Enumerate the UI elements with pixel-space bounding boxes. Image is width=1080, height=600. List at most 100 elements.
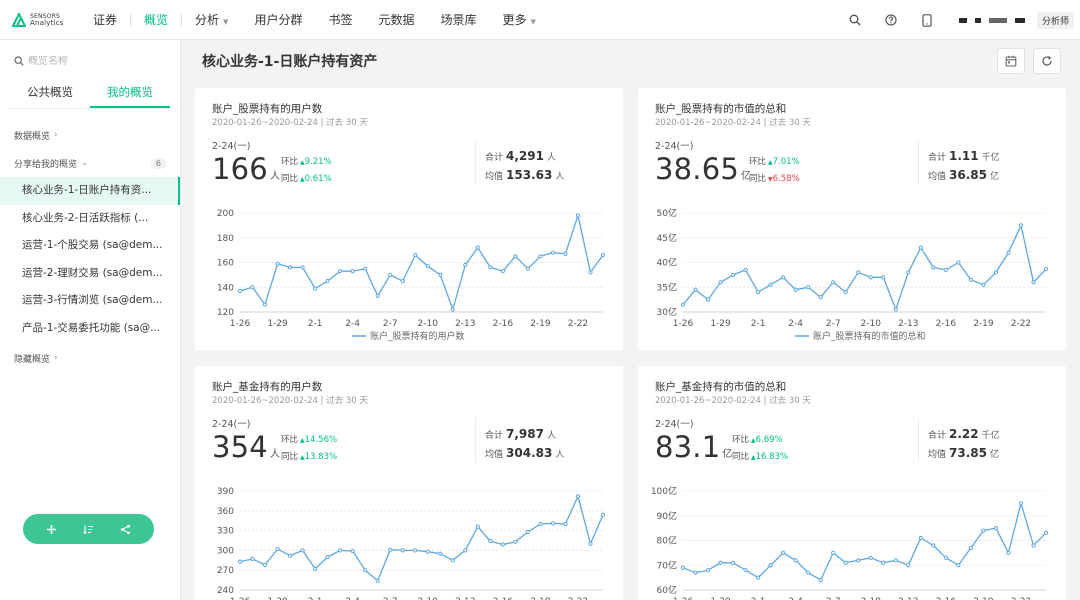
refresh-icon — [1042, 55, 1052, 66]
data-point — [730, 560, 736, 565]
data-point — [313, 286, 318, 291]
data-point — [743, 267, 748, 273]
data-point — [488, 539, 493, 544]
nav-item-1[interactable]: 概览 — [131, 0, 181, 40]
data-point — [793, 558, 798, 563]
data-point — [793, 287, 798, 292]
sidebar-item-overview-4[interactable]: 运营-2-理财交易 (sa@dem... — [0, 260, 180, 288]
y-tick-label: 160 — [217, 259, 234, 269]
sort-overview-button[interactable] — [78, 518, 100, 540]
redacted-mark — [974, 17, 981, 23]
data-point — [1031, 543, 1036, 548]
data-point — [600, 512, 606, 517]
overview-search-input[interactable] — [28, 55, 158, 67]
user-menu[interactable]: 分析师 — [958, 11, 1080, 29]
nav-item-5[interactable]: 元数据 — [365, 0, 427, 40]
group-data-overview[interactable]: 数据概览 › — [0, 121, 180, 149]
data-point — [550, 521, 556, 526]
data-point — [588, 270, 593, 275]
date-range-button[interactable] — [997, 48, 1025, 74]
nav-item-6[interactable]: 场景库 — [427, 0, 489, 40]
x-tick-label: 2-16 — [493, 319, 514, 329]
shared-overview-list: 核心业务-1-日账户持有资... 核心业务-2-日活跃指标 (... 运营-1-个股… — [0, 177, 180, 342]
sidebar-item-overview-1[interactable]: 核心业务-1-日账户持有资... — [0, 177, 180, 205]
nav-item-4[interactable]: 书签 — [315, 0, 365, 40]
nav-item-3[interactable]: 用户分群 — [241, 0, 315, 40]
data-point — [781, 550, 786, 555]
brand-logo[interactable]: SENSORS Analytics — [0, 12, 80, 27]
data-point — [806, 285, 811, 290]
main-content: 核心业务-1-日账户持有资产 账户_股票持有的用户数 2020-01-26~202… — [181, 40, 1080, 600]
y-tick-label: 80亿 — [657, 535, 677, 547]
data-point — [756, 290, 761, 295]
data-point — [1018, 501, 1024, 506]
y-tick-label: 50亿 — [657, 207, 677, 219]
data-point — [588, 541, 593, 546]
data-point — [237, 288, 243, 294]
mobile-icon[interactable] — [909, 0, 945, 40]
metric-card-4[interactable]: 账户_基金持有的市值的总和 2020-01-26~2020-02-24 | 过去 … — [638, 366, 1066, 600]
sidebar-item-overview-5[interactable]: 运营-3-行情浏览 (sa@dem... — [0, 287, 180, 315]
group-hidden-overview[interactable]: 隐藏概览 › — [0, 344, 180, 372]
sidebar-item-overview-3[interactable]: 运营-1-个股交易 (sa@dem... — [0, 232, 180, 260]
data-point — [463, 262, 468, 268]
data-point — [438, 272, 443, 277]
data-point — [425, 549, 430, 554]
nav-item-7[interactable]: 更多 ▼ — [490, 0, 549, 40]
data-point — [831, 280, 836, 285]
nav-item-0[interactable]: 证券 — [80, 0, 130, 40]
x-tick-label: 2-22 — [568, 319, 588, 329]
add-overview-button[interactable] — [41, 518, 63, 540]
sidebar-item-overview-6[interactable]: 产品-1-交易委托功能 (sa@... — [0, 315, 180, 343]
nav-item-2[interactable]: 分析 ▼ — [182, 0, 241, 40]
share-overview-button[interactable] — [115, 518, 137, 540]
metric-card-3[interactable]: 账户_基金持有的用户数 2020-01-26~2020-02-24 | 过去 30… — [195, 366, 623, 600]
data-point — [250, 556, 255, 562]
help-icon[interactable] — [873, 0, 909, 40]
search-icon[interactable] — [837, 0, 873, 40]
y-tick-label: 330 — [217, 527, 234, 537]
y-tick-label: 100亿 — [651, 485, 677, 497]
x-tick-label: 2-10 — [861, 319, 882, 329]
data-point — [1031, 280, 1036, 285]
data-point — [375, 293, 380, 299]
tab-public-overview[interactable]: 公共概览 — [10, 79, 90, 108]
sidebar-item-overview-2[interactable]: 核心业务-2-日活跃指标 (... — [0, 205, 180, 233]
y-tick-label: 70亿 — [657, 559, 677, 571]
data-point — [756, 575, 761, 580]
nav-item-label: 场景库 — [440, 12, 477, 27]
series-line — [239, 495, 604, 582]
tab-my-overview[interactable]: 我的概览 — [90, 79, 170, 108]
line-chart: 2402703003303603901-261-292-12-42-72-102… — [217, 487, 606, 600]
x-tick-label: 2-22 — [1011, 319, 1031, 329]
data-point — [513, 539, 518, 544]
data-point — [831, 550, 836, 555]
refresh-button[interactable] — [1033, 48, 1061, 74]
data-point — [981, 282, 986, 287]
metric-card-1[interactable]: 账户_股票持有的用户数 2020-01-26~2020-02-24 | 过去 30… — [195, 88, 623, 350]
y-tick-label: 240 — [217, 586, 234, 596]
data-point — [550, 250, 556, 255]
main-nav: 证券 概览 分析 ▼ 用户分群 书签 元数据 场景库 更多 ▼ — [80, 0, 549, 40]
data-point — [993, 526, 999, 531]
share-icon — [120, 524, 130, 534]
data-point — [300, 548, 305, 553]
data-point — [718, 560, 723, 565]
data-point — [488, 265, 493, 270]
data-point — [743, 568, 748, 573]
data-point — [350, 269, 355, 274]
data-point — [475, 245, 480, 250]
data-point — [881, 560, 886, 565]
data-point — [463, 548, 468, 553]
group-shared-overview[interactable]: 分享给我的概览 ⌄ 6 — [0, 149, 180, 177]
plus-icon — [47, 524, 56, 534]
data-point — [563, 521, 568, 527]
x-tick-label: 1-29 — [710, 319, 731, 329]
nav-item-label: 书签 — [328, 12, 353, 27]
data-point — [956, 563, 961, 568]
logo-line-2: Analytics — [30, 18, 64, 27]
x-tick-label: 2-19 — [530, 319, 551, 329]
metric-card-2[interactable]: 账户_股票持有的市值的总和 2020-01-26~2020-02-24 | 过去 … — [638, 88, 1066, 350]
data-point — [450, 307, 455, 312]
y-tick-label: 40亿 — [657, 257, 677, 269]
